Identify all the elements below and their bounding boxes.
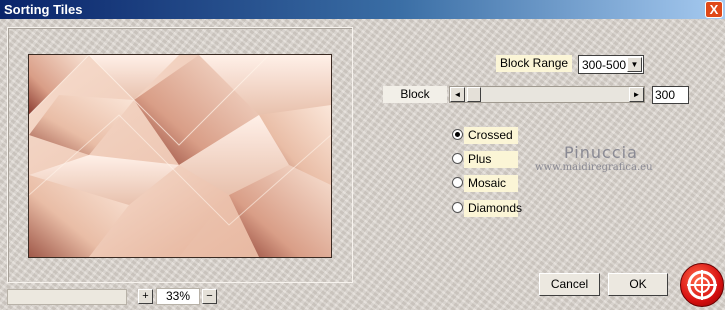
slider-right-icon[interactable]: ► bbox=[629, 87, 644, 102]
globe-icon bbox=[687, 270, 717, 300]
watermark-url: www.maidiregrafica.eu bbox=[535, 162, 653, 173]
radio-mosaic[interactable] bbox=[452, 177, 463, 188]
window-title: Sorting Tiles bbox=[4, 2, 83, 17]
radio-selected-dot bbox=[455, 132, 460, 137]
watermark-name: Pinuccia bbox=[564, 143, 638, 162]
sorting-tiles-dialog: Sorting Tiles X Block Range 300-500 ▼ Bl… bbox=[0, 0, 725, 310]
slider-thumb[interactable] bbox=[467, 87, 481, 102]
help-logo-icon[interactable] bbox=[680, 263, 724, 307]
block-slider[interactable]: ◄ ► bbox=[449, 86, 645, 103]
radio-label-plus[interactable]: Plus bbox=[464, 151, 518, 168]
block-label: Block bbox=[383, 86, 447, 103]
radio-label-diamonds[interactable]: Diamonds bbox=[464, 200, 522, 217]
block-value-input[interactable]: 300 bbox=[652, 86, 689, 104]
radio-label-crossed[interactable]: Crossed bbox=[464, 127, 518, 144]
tile-preview-art bbox=[29, 55, 331, 257]
block-range-label: Block Range bbox=[496, 55, 573, 72]
radio-plus[interactable] bbox=[452, 153, 463, 164]
zoom-in-button[interactable]: + bbox=[138, 289, 153, 304]
zoom-status-bar bbox=[7, 289, 127, 305]
title-bar[interactable]: Sorting Tiles X bbox=[0, 0, 725, 19]
cancel-button[interactable]: Cancel bbox=[539, 273, 600, 296]
radio-diamonds[interactable] bbox=[452, 202, 463, 213]
radio-label-mosaic[interactable]: Mosaic bbox=[464, 175, 518, 192]
block-range-select[interactable]: 300-500 ▼ bbox=[578, 55, 644, 74]
zoom-out-button[interactable]: − bbox=[202, 289, 217, 304]
dropdown-arrow-icon[interactable]: ▼ bbox=[627, 57, 642, 72]
radio-crossed[interactable] bbox=[452, 129, 463, 140]
ok-button[interactable]: OK bbox=[608, 273, 668, 296]
block-range-value: 300-500 bbox=[582, 58, 627, 72]
zoom-value: 33% bbox=[156, 288, 200, 305]
preview-image[interactable] bbox=[28, 54, 332, 258]
close-button[interactable]: X bbox=[705, 1, 723, 18]
slider-left-icon[interactable]: ◄ bbox=[450, 87, 465, 102]
